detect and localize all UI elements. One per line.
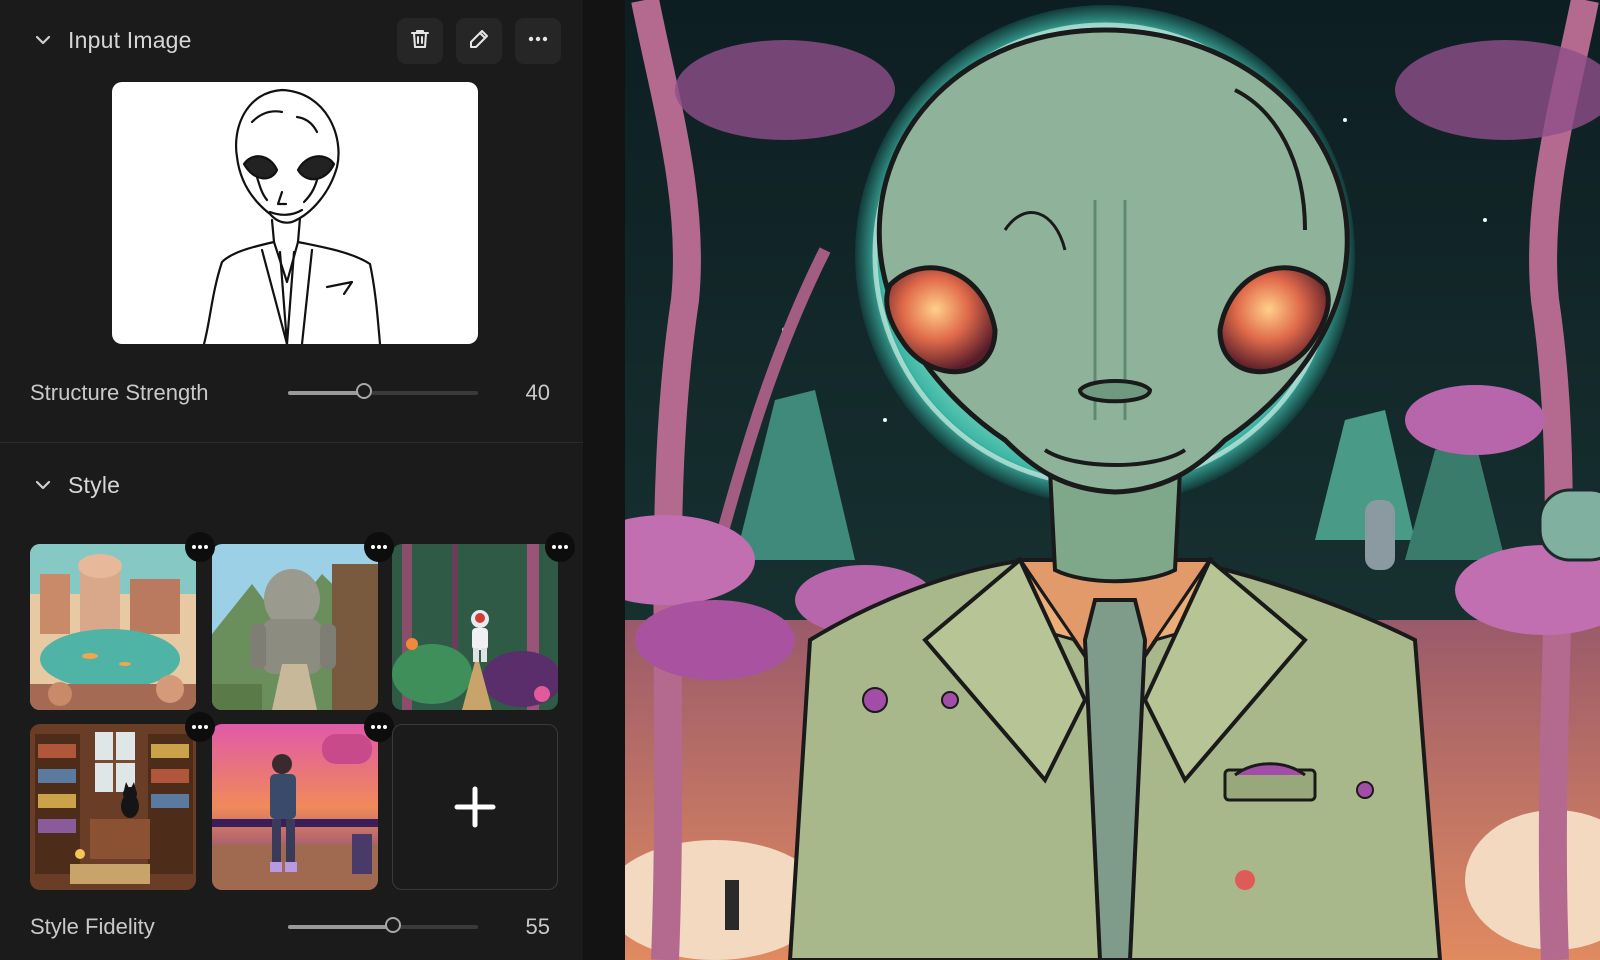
chevron-down-icon[interactable]: [30, 27, 56, 53]
more-horizontal-icon: [552, 545, 568, 549]
structure-strength-row: Structure Strength 40: [30, 373, 550, 413]
tile-more-button[interactable]: [185, 532, 215, 562]
output-image[interactable]: [625, 0, 1600, 960]
style-tile-futuristic-city[interactable]: [30, 544, 196, 710]
tile-more-button[interactable]: [545, 532, 575, 562]
tile-more-button[interactable]: [364, 712, 394, 742]
structure-strength-slider[interactable]: [288, 383, 478, 399]
input-image-title: Input Image: [68, 26, 192, 53]
style-image-astronaut: [392, 544, 558, 710]
more-horizontal-icon: [192, 545, 208, 549]
style-image-city: [30, 544, 196, 710]
style-tile-synthwave-warrior[interactable]: [212, 724, 378, 890]
more-horizontal-icon: [371, 725, 387, 729]
style-image-golem: [212, 544, 378, 710]
generated-alien-artwork: [625, 0, 1600, 960]
style-fidelity-row: Style Fidelity 55: [30, 907, 550, 947]
style-tile-stone-golem[interactable]: [212, 544, 378, 710]
style-header: Style: [30, 465, 120, 505]
style-tile-library-cat[interactable]: [30, 724, 196, 890]
input-image-thumbnail[interactable]: [112, 82, 478, 344]
more-horizontal-icon: [526, 27, 550, 56]
style-tile-astronaut-jungle[interactable]: [392, 544, 558, 710]
style-title: Style: [68, 471, 121, 498]
panel-gutter: [583, 0, 625, 960]
style-fidelity-value: 55: [525, 914, 550, 939]
structure-strength-fill: [288, 391, 364, 395]
edit-button[interactable]: [456, 18, 502, 64]
alien-sketch-image: [202, 88, 382, 344]
style-image-library: [30, 724, 196, 890]
more-options-button[interactable]: [515, 18, 561, 64]
section-divider: [0, 442, 583, 443]
tile-more-button[interactable]: [364, 532, 394, 562]
structure-strength-value: 40: [525, 380, 550, 405]
trash-icon: [408, 27, 432, 56]
add-style-button[interactable]: [392, 724, 558, 890]
style-fidelity-slider[interactable]: [288, 917, 478, 933]
more-horizontal-icon: [371, 545, 387, 549]
style-fidelity-label: Style Fidelity: [30, 914, 155, 939]
structure-strength-handle[interactable]: [356, 383, 372, 399]
style-fidelity-fill: [288, 925, 393, 929]
structure-strength-label: Structure Strength: [30, 380, 209, 405]
settings-panel: Input Image Structure Strength 40 Style …: [0, 0, 583, 960]
chevron-down-icon[interactable]: [30, 472, 56, 498]
delete-button[interactable]: [397, 18, 443, 64]
pencil-icon: [467, 27, 491, 56]
style-fidelity-handle[interactable]: [384, 917, 401, 933]
tile-more-button[interactable]: [185, 712, 215, 742]
more-horizontal-icon: [192, 725, 208, 729]
input-image-header: Input Image: [30, 20, 192, 60]
style-image-synthwave: [212, 724, 378, 890]
plus-icon: [454, 786, 496, 828]
